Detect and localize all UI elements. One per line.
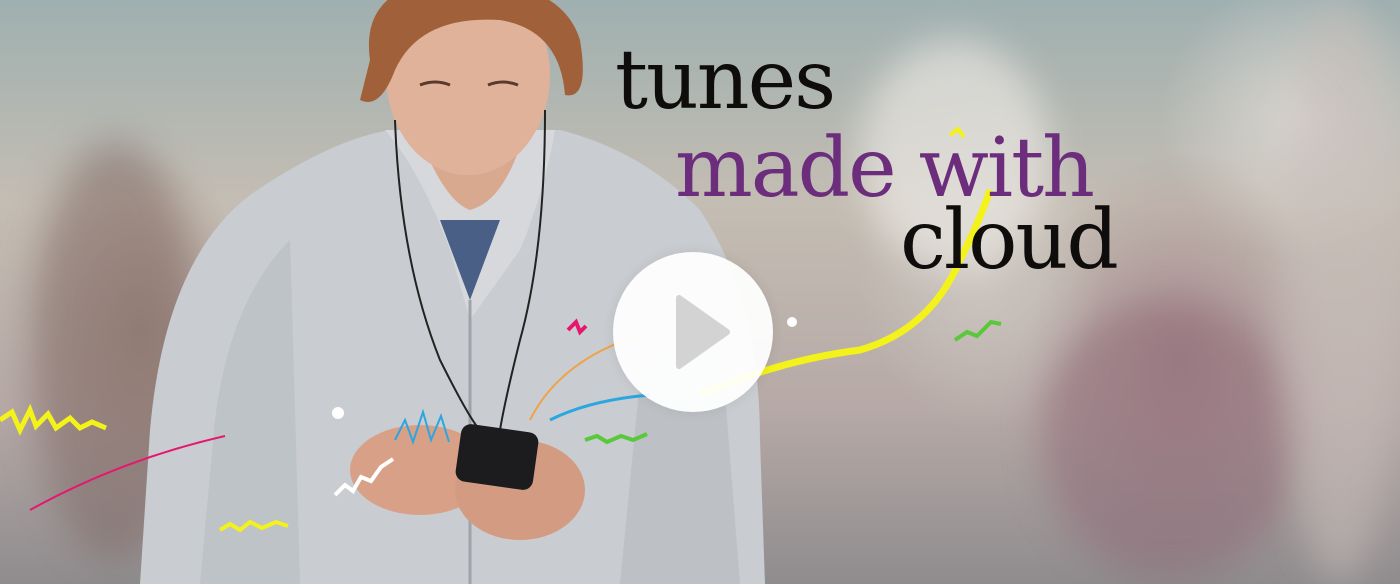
hero-banner: tunes made with cloud bbox=[0, 0, 1400, 584]
hero-headline: tunes made with cloud bbox=[615, 40, 1255, 290]
headline-line-1: tunes bbox=[615, 33, 836, 128]
play-icon bbox=[676, 295, 730, 369]
play-video-button[interactable] bbox=[613, 252, 773, 412]
headline-line-3: cloud bbox=[900, 193, 1119, 288]
